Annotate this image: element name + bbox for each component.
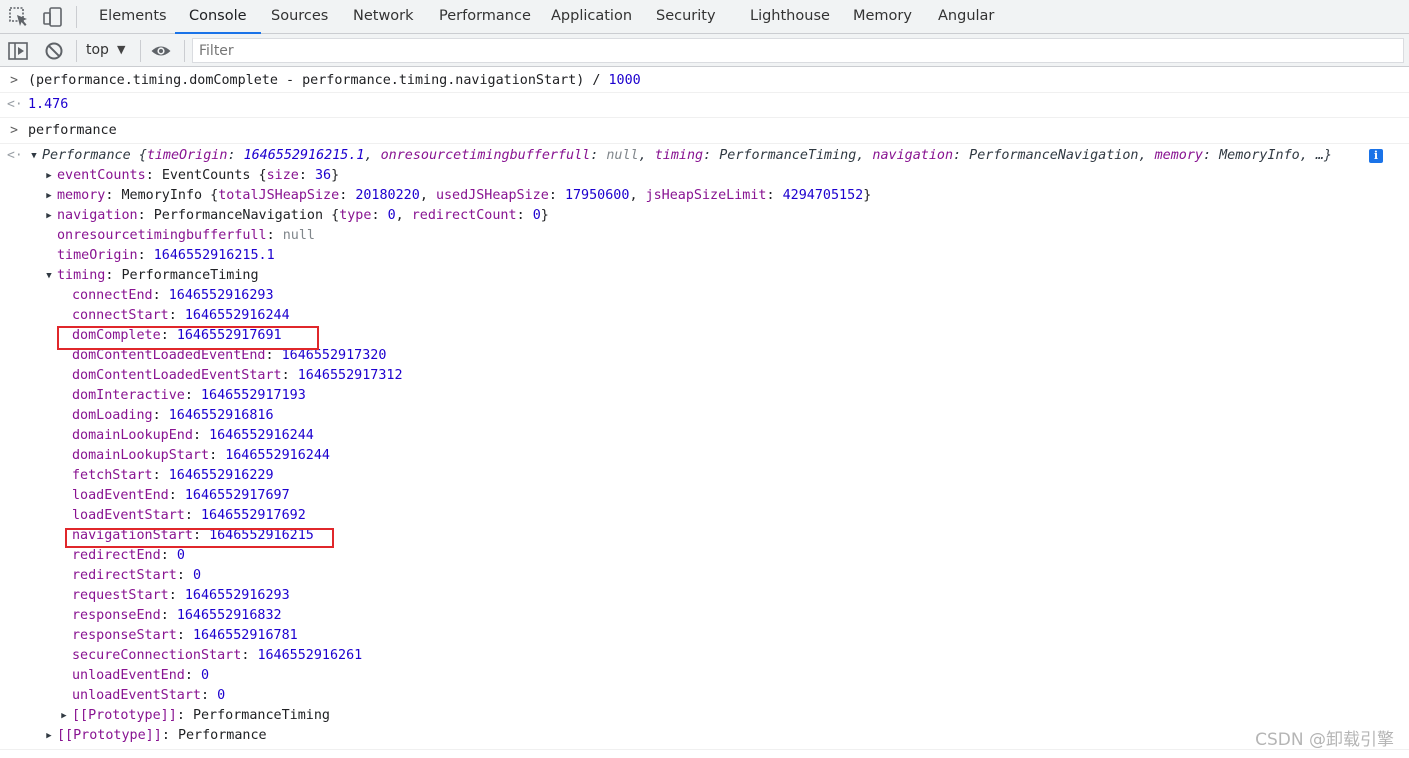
collapsed-triangle-icon[interactable]: ▶ xyxy=(44,186,54,206)
prompt-chevron-icon: > xyxy=(10,73,18,88)
tab-performance[interactable]: Performance xyxy=(439,0,531,34)
tab-elements[interactable]: Elements xyxy=(99,0,167,34)
timing-property[interactable]: connectStart: 1646552916244 xyxy=(72,306,290,326)
devtools-tab-bar: Elements Console Sources Network Perform… xyxy=(0,0,1409,34)
collapsed-triangle-icon[interactable]: ▶ xyxy=(59,706,69,726)
console-input-number: 1000 xyxy=(608,73,641,88)
timing-property[interactable]: domLoading: 1646552916816 xyxy=(72,406,274,426)
tab-sources[interactable]: Sources xyxy=(271,0,328,34)
timing-property[interactable]: redirectEnd: 0 xyxy=(72,546,185,566)
highlight-box-domComplete xyxy=(57,326,319,350)
performance-object-summary[interactable]: Performance {timeOrigin: 1646552916215.1… xyxy=(42,146,1332,166)
console-input-text: (performance.timing.domComplete - perfor… xyxy=(28,73,609,88)
property-timing[interactable]: timing: PerformanceTiming xyxy=(57,266,259,286)
tab-console[interactable]: Console xyxy=(175,0,261,34)
console-output: > (performance.timing.domComplete - perf… xyxy=(0,68,1409,758)
timing-property[interactable]: connectEnd: 1646552916293 xyxy=(72,286,274,306)
property-eventCounts[interactable]: eventCounts: EventCounts {size: 36} xyxy=(57,166,339,186)
timing-property[interactable]: domContentLoadedEventStart: 164655291731… xyxy=(72,366,403,386)
info-icon[interactable]: i xyxy=(1369,149,1383,163)
timing-property[interactable]: domInteractive: 1646552917193 xyxy=(72,386,306,406)
property-timeOrigin[interactable]: timeOrigin: 1646552916215.1 xyxy=(57,246,275,266)
property-memory[interactable]: memory: MemoryInfo {totalJSHeapSize: 201… xyxy=(57,186,871,206)
console-input-text: performance xyxy=(28,123,117,138)
timing-property[interactable]: requestStart: 1646552916293 xyxy=(72,586,290,606)
timing-property[interactable]: redirectStart: 0 xyxy=(72,566,201,586)
filter-input[interactable] xyxy=(192,38,1404,63)
timing-property[interactable]: domainLookupStart: 1646552916244 xyxy=(72,446,330,466)
timing-property[interactable]: secureConnectionStart: 1646552916261 xyxy=(72,646,362,666)
result-arrow-icon: <· xyxy=(7,97,23,112)
device-toolbar-icon[interactable] xyxy=(42,6,64,28)
tab-network[interactable]: Network xyxy=(353,0,414,34)
timing-property[interactable]: responseEnd: 1646552916832 xyxy=(72,606,282,626)
result-arrow-icon: <· xyxy=(7,148,23,163)
tab-bar-divider xyxy=(76,6,77,28)
inspect-element-icon[interactable] xyxy=(8,6,30,28)
timing-property[interactable]: unloadEventStart: 0 xyxy=(72,686,225,706)
expanded-triangle-icon[interactable]: ▼ xyxy=(44,266,54,286)
tab-memory[interactable]: Memory xyxy=(853,0,912,34)
tab-lighthouse[interactable]: Lighthouse xyxy=(750,0,830,34)
toolbar-divider xyxy=(140,40,141,62)
execution-context-selector[interactable]: top xyxy=(86,34,109,67)
row-divider xyxy=(0,117,1409,118)
eye-icon[interactable] xyxy=(150,40,172,62)
toolbar-divider xyxy=(76,40,77,62)
show-sidebar-icon[interactable] xyxy=(7,40,29,62)
timing-property[interactable]: loadEventStart: 1646552917692 xyxy=(72,506,306,526)
row-divider xyxy=(0,143,1409,144)
row-divider xyxy=(0,749,1409,750)
timing-property[interactable]: unloadEventEnd: 0 xyxy=(72,666,209,686)
console-result-value: 1.476 xyxy=(28,97,69,112)
clear-console-icon[interactable] xyxy=(43,40,65,62)
timing-property[interactable]: fetchStart: 1646552916229 xyxy=(72,466,274,486)
timing-property[interactable]: responseStart: 1646552916781 xyxy=(72,626,298,646)
console-toolbar: top ▼ xyxy=(0,34,1409,67)
highlight-box-navigationStart xyxy=(65,528,334,548)
console-input-line[interactable]: performance xyxy=(28,121,117,141)
tab-angular[interactable]: Angular xyxy=(938,0,994,34)
prompt-chevron-icon: > xyxy=(10,123,18,138)
tab-security[interactable]: Security xyxy=(656,0,716,34)
row-divider xyxy=(0,92,1409,93)
timing-property[interactable]: loadEventEnd: 1646552917697 xyxy=(72,486,290,506)
console-input-line[interactable]: (performance.timing.domComplete - perfor… xyxy=(28,71,641,91)
timing-property[interactable]: domainLookupEnd: 1646552916244 xyxy=(72,426,314,446)
toolbar-divider xyxy=(184,40,185,62)
performance-prototype[interactable]: [[Prototype]]: Performance xyxy=(57,726,267,746)
property-onresourcetimingbufferfull[interactable]: onresourcetimingbufferfull: null xyxy=(57,226,315,246)
property-navigation[interactable]: navigation: PerformanceNavigation {type:… xyxy=(57,206,549,226)
expanded-triangle-icon[interactable]: ▼ xyxy=(29,146,39,166)
watermark: CSDN @卸载引擎 xyxy=(1255,730,1394,750)
tab-application[interactable]: Application xyxy=(551,0,632,34)
triangle-down-icon[interactable]: ▼ xyxy=(117,34,125,67)
collapsed-triangle-icon[interactable]: ▶ xyxy=(44,206,54,226)
timing-prototype[interactable]: [[Prototype]]: PerformanceTiming xyxy=(72,706,330,726)
collapsed-triangle-icon[interactable]: ▶ xyxy=(44,166,54,186)
collapsed-triangle-icon[interactable]: ▶ xyxy=(44,726,54,746)
